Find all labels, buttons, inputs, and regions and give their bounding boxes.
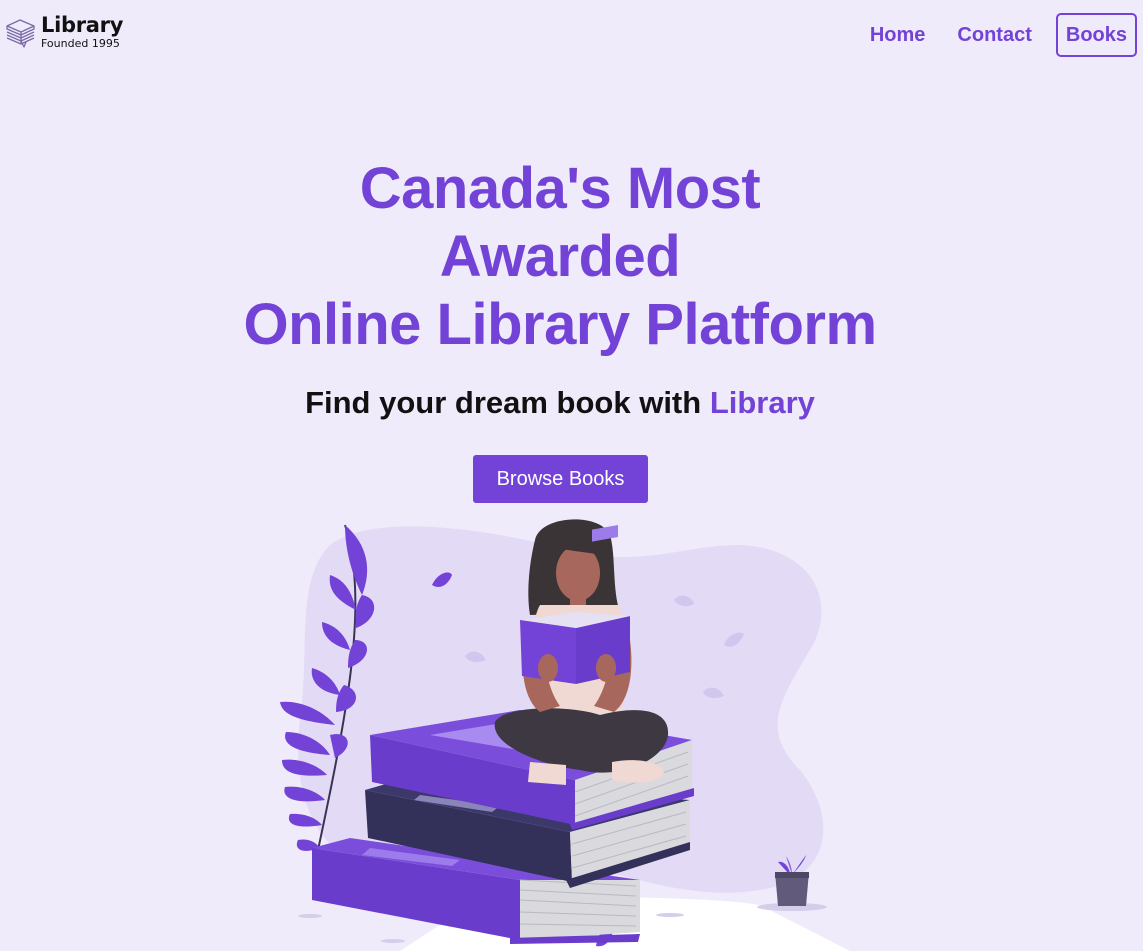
ground-shadow	[298, 914, 322, 918]
nav-links: Home Contact Books	[848, 13, 1137, 57]
top-navbar: Library Founded 1995 Home Contact Books	[0, 0, 1143, 70]
hero-subtitle-prefix: Find your dream book with	[305, 385, 710, 420]
woman-reading-on-books-illustration	[280, 519, 850, 951]
hero-section: Canada's Most Awarded Online Library Pla…	[0, 155, 1143, 503]
hero-title-line-2: Online Library Platform	[243, 292, 877, 357]
nav-link-contact[interactable]: Contact	[947, 14, 1041, 56]
brand-subtitle: Founded 1995	[41, 37, 120, 50]
hero-subtitle-accent: Library	[709, 385, 815, 420]
nav-link-books[interactable]: Books	[1055, 13, 1137, 57]
stacked-books-icon	[6, 19, 35, 48]
brand-text: Library Founded 1995	[41, 14, 123, 50]
browse-books-button[interactable]: Browse Books	[473, 455, 648, 503]
hero-title-line-1: Canada's Most Awarded	[359, 156, 761, 289]
ground-shadow-3	[381, 939, 405, 943]
nav-link-home[interactable]: Home	[860, 14, 936, 56]
brand-logo-link[interactable]: Library Founded 1995	[4, 10, 123, 54]
hero-subtitle: Find your dream book with Library	[0, 383, 1120, 423]
brand-title: Library	[41, 13, 124, 37]
ground-shadow-2	[656, 913, 684, 917]
hero-title: Canada's Most Awarded Online Library Pla…	[240, 155, 880, 359]
